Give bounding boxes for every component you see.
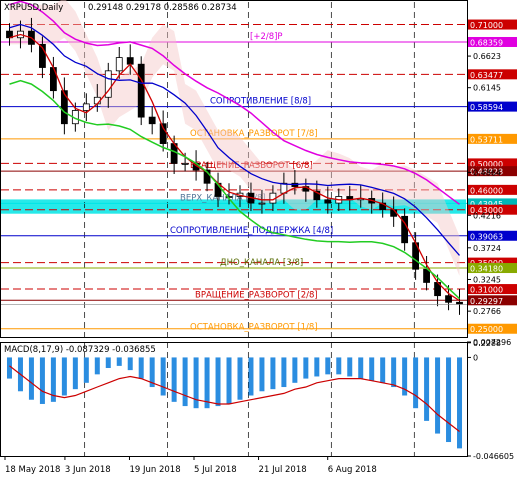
y-tick-label: 0.6145: [473, 84, 501, 93]
macd-bar: [424, 357, 430, 421]
candle-body: [137, 63, 145, 118]
price-label: 0.31000: [470, 286, 503, 295]
macd-bar: [160, 357, 166, 396]
price-label: 0.58594: [470, 103, 503, 112]
price-label: 0.63477: [470, 71, 503, 80]
y-tick-label: 0.3724: [473, 244, 501, 253]
price-label: 0.39063: [470, 232, 503, 241]
y-tick-label: 0.4216: [473, 211, 501, 220]
macd-bar: [105, 357, 111, 369]
macd-bar: [446, 357, 452, 443]
macd-y-tick-label: 0: [473, 353, 478, 362]
y-tick-label: 0.6623: [473, 52, 501, 61]
macd-bar: [336, 357, 342, 375]
candle-body: [126, 57, 134, 65]
macd-bar: [127, 357, 133, 371]
price-label: 0.53711: [470, 135, 503, 144]
macd-bar: [215, 357, 221, 407]
chart-canvas: 0.71000 0.68359 [+2/8]P 0.63477 0.58594 СОПРО…: [0, 0, 517, 480]
price-label: 0.34180: [470, 265, 503, 274]
level-label: СОПРОТИВЛЕНИЕ [8/8]: [210, 97, 311, 107]
level-label: [+2/8]P: [250, 32, 283, 42]
level-label: ДНО_КАНАЛА [3/8]: [220, 258, 303, 268]
price-label: 0.25000: [470, 325, 503, 334]
level-label: СОПРОТИВЛЕНИЕ_ПОДДЕРЖКА [4/8]: [170, 226, 333, 236]
candle-body: [258, 202, 266, 205]
macd-y-tick-label: -0.046605: [473, 452, 514, 461]
x-tick-label: 18 May 2018: [5, 465, 60, 475]
macd-bar: [248, 357, 254, 396]
macd-y-tick-label: 0.007296: [473, 338, 511, 347]
macd-bar: [6, 357, 12, 379]
macd-bar: [72, 357, 78, 390]
macd-bar: [369, 357, 375, 381]
macd-bar: [138, 357, 144, 379]
price-label: 0.68359: [470, 38, 503, 47]
candle-body: [181, 163, 189, 165]
macd-bar: [325, 357, 331, 375]
macd-bar: [314, 357, 320, 377]
price-label: 0.46000: [470, 186, 503, 195]
ohlc-values: 0.29148 0.29178 0.28586 0.28734: [88, 3, 237, 13]
macd-bar: [116, 357, 122, 366]
macd-title: MACD(8,17,9) -0.087329 -0.036855: [4, 345, 156, 355]
level-label: ОСТАНОВКА_РАЗВОРОТ [1/8]: [190, 323, 318, 333]
macd-bar: [292, 357, 298, 383]
macd-bar: [39, 357, 45, 404]
macd-bar: [391, 357, 397, 388]
candle-body: [148, 116, 156, 125]
level-label: ВРАЩЕНИЕ_РАЗВОРОТ [2/8]: [195, 290, 318, 300]
macd-bar: [226, 357, 232, 404]
macd-bar: [358, 357, 364, 379]
macd-bar: [380, 357, 386, 383]
x-tick-label: 6 Aug 2018: [328, 465, 377, 475]
x-tick-label: 19 Jun 2018: [129, 465, 180, 475]
macd-bar: [61, 357, 67, 396]
macd-bar: [457, 357, 463, 449]
macd-bar: [237, 357, 243, 400]
macd-bar: [303, 357, 309, 379]
y-tick-label: 0.4864: [473, 168, 501, 177]
macd-bar: [347, 357, 353, 377]
y-tick-label: 0.2766: [473, 307, 501, 316]
candle-body: [82, 103, 90, 111]
macd-bar: [94, 357, 100, 375]
macd-bar: [413, 357, 419, 409]
chart-title: XRPUSD,Daily: [4, 3, 63, 13]
candle-body: [423, 268, 430, 283]
x-tick-label: 5 Jul 2018: [194, 465, 237, 475]
macd-bar: [182, 357, 188, 407]
macd-bar: [28, 357, 34, 400]
macd-bar: [435, 357, 441, 434]
candle-body: [60, 90, 68, 125]
candle-body: [115, 57, 123, 72]
x-tick-label: 3 Jun 2018: [65, 465, 111, 475]
macd-bar: [270, 357, 276, 390]
macd-bar: [83, 357, 89, 383]
price-label: 0.71000: [470, 21, 503, 30]
macd-bar: [171, 357, 177, 402]
x-tick-label: 21 Jul 2018: [259, 465, 307, 475]
macd-bar: [281, 357, 287, 388]
macd-bar: [259, 357, 265, 392]
candle-body: [445, 295, 452, 303]
macd-bar: [204, 357, 210, 409]
candle-body: [324, 199, 332, 204]
price-label: 0.29297: [470, 297, 503, 306]
y-tick-label: 0.3245: [473, 275, 501, 284]
